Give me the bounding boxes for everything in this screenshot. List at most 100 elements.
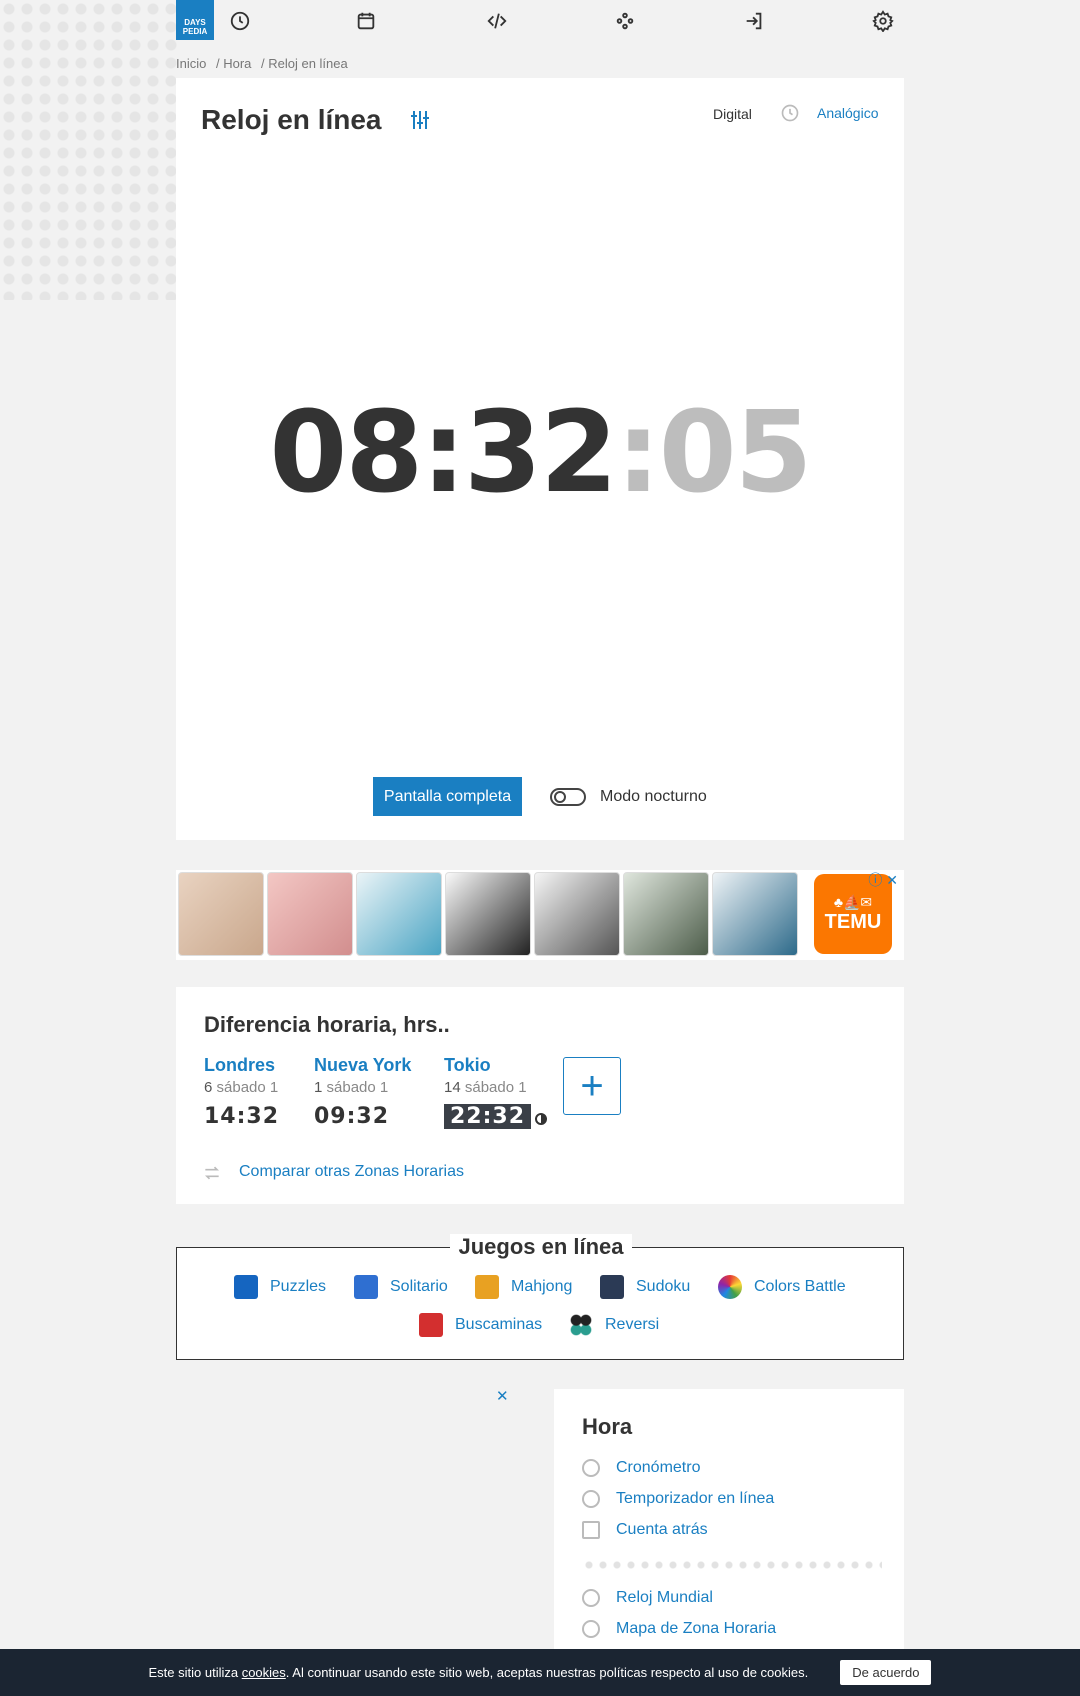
game-label: Colors Battle (754, 1278, 846, 1295)
tz-diff: 14 (444, 1079, 461, 1096)
sidebar-link-stopwatch[interactable]: Cronómetro (582, 1459, 700, 1477)
game-label: Puzzles (270, 1278, 327, 1295)
sudoku-icon (600, 1275, 624, 1299)
breadcrumb-current: / Reloj en línea (261, 56, 348, 71)
sidebar-link-label: Mapa de Zona Horaria (616, 1620, 777, 1637)
game-reversi[interactable]: Reversi (569, 1313, 659, 1337)
cookie-text: Este sitio utiliza cookies. Al continuar… (149, 1665, 809, 1680)
tz-time: 22:32 (444, 1104, 532, 1129)
game-sudoku[interactable]: Sudoku (600, 1275, 690, 1299)
tz-date: 14 sábado 1 (444, 1079, 547, 1096)
calendar-icon[interactable] (355, 10, 377, 32)
game-mahjong[interactable]: Mahjong (475, 1275, 572, 1299)
tz-city[interactable]: Tokio (444, 1055, 547, 1076)
cookie-policy-link[interactable]: cookies (242, 1665, 286, 1680)
minesweeper-icon (419, 1313, 443, 1337)
night-moon-icon (535, 1112, 548, 1125)
code-icon[interactable] (486, 10, 508, 32)
sidebar-link-timer[interactable]: Temporizador en línea (582, 1490, 774, 1508)
tz-diff: 6 (204, 1079, 213, 1096)
top-nav: DAYS PEDIA (176, 0, 904, 42)
tz-london: Londres 6 sábado 1 14:32 (204, 1055, 279, 1129)
game-buscaminas[interactable]: Buscaminas (419, 1313, 542, 1337)
sidebar-link-label: Cronómetro (616, 1459, 701, 1476)
ad-banner[interactable]: ♣⛵✉ TEMU ⓘ ✕ (176, 870, 904, 960)
sidebar-link-countdown[interactable]: Cuenta atrás (582, 1521, 708, 1539)
sidebar-link-world-clock[interactable]: Reloj Mundial (582, 1589, 713, 1607)
mahjong-icon (475, 1275, 499, 1299)
puzzles-icon (234, 1275, 258, 1299)
tz-tokyo: Tokio 14 sábado 1 22:32 (444, 1055, 548, 1129)
sidebar-title: Hora (582, 1414, 633, 1439)
compare-icon (202, 1163, 222, 1183)
tz-time: 14:32 (204, 1104, 280, 1129)
time-difference-card: Diferencia horaria, hrs.. Londres 6 sába… (176, 987, 904, 1204)
fullscreen-button[interactable]: Pantalla completa (373, 777, 522, 816)
game-label: Solitario (390, 1278, 448, 1295)
tz-day: sábado 1 (326, 1079, 389, 1096)
breadcrumb-hora[interactable]: / Hora (216, 56, 251, 71)
ad-product-speaker[interactable] (712, 872, 798, 956)
ad-product-pajamas[interactable] (267, 872, 353, 956)
game-colors-battle[interactable]: Colors Battle (718, 1275, 846, 1299)
ad-close-glyph[interactable]: ✕ (886, 872, 898, 888)
sidebar-link-timezone-map[interactable]: Mapa de Zona Horaria (582, 1620, 776, 1638)
timer-icon (582, 1490, 600, 1508)
time-sidebar: Hora Cronómetro Temporizador en línea Cu… (554, 1389, 904, 1649)
solitaire-icon (354, 1275, 378, 1299)
sidebar-link-label: Cuenta atrás (616, 1521, 708, 1538)
tz-diff: 1 (314, 1079, 323, 1096)
night-mode-label: Modo nocturno (600, 788, 707, 805)
globe-icon (582, 1620, 600, 1638)
page-title: Reloj en línea (201, 104, 382, 135)
reversi-icon (569, 1313, 593, 1337)
view-analog-tab[interactable]: Analógico (817, 105, 879, 121)
cookie-text-after: . Al continuar usando este sitio web, ac… (285, 1665, 809, 1680)
apps-icon[interactable] (614, 10, 636, 32)
cookie-text-before: Este sitio utiliza (148, 1665, 242, 1680)
stopwatch-icon (582, 1459, 600, 1477)
ad-info-icon[interactable]: ⓘ (868, 872, 882, 888)
view-digital-tab[interactable]: Digital (713, 106, 752, 122)
temu-brand-text: TEMU (824, 911, 882, 933)
games-title: Juegos en línea (177, 1234, 905, 1260)
ad-close-icon[interactable]: ⓘ ✕ (868, 870, 898, 890)
online-games-box: Juegos en línea Puzzles Solitario Mahjon… (176, 1234, 904, 1360)
tz-city[interactable]: Nueva York (314, 1055, 411, 1076)
background-dots (0, 0, 180, 300)
clock-time-seconds: :05 (615, 388, 813, 518)
settings-icon[interactable] (872, 10, 894, 33)
sidebar-link-label: Temporizador en línea (616, 1490, 775, 1507)
ad-product-flashlight[interactable] (534, 872, 620, 956)
compare-timezones-link[interactable]: Comparar otras Zonas Horarias (239, 1163, 464, 1181)
ad-product-sneakers[interactable] (445, 872, 531, 956)
ad-product-ring[interactable] (178, 872, 264, 956)
ad-close-icon-2[interactable]: ✕ (496, 1387, 509, 1405)
tz-city[interactable]: Londres (204, 1055, 279, 1076)
game-label: Reversi (605, 1316, 660, 1333)
tz-date: 6 sábado 1 (204, 1079, 279, 1096)
countdown-icon (582, 1521, 600, 1539)
tz-day: sábado 1 (216, 1079, 279, 1096)
cookie-banner: Este sitio utiliza cookies. Al continuar… (0, 1649, 1080, 1696)
site-logo[interactable]: DAYS PEDIA (176, 0, 214, 40)
sidebar-link-label: Reloj Mundial (616, 1589, 713, 1606)
game-puzzles[interactable]: Puzzles (234, 1275, 326, 1299)
add-timezone-button[interactable]: + (563, 1057, 621, 1115)
clock-icon[interactable] (229, 10, 251, 32)
game-solitario[interactable]: Solitario (354, 1275, 448, 1299)
analog-clock-icon (780, 103, 800, 123)
clock-time-main: 08:32 (269, 388, 618, 518)
cookie-accept-button[interactable]: De acuerdo (840, 1660, 932, 1685)
tz-date: 1 sábado 1 (314, 1079, 411, 1096)
ad-product-smartwatch[interactable] (623, 872, 709, 956)
time-difference-title: Diferencia horaria, hrs.. (204, 1012, 450, 1037)
login-icon[interactable] (743, 10, 765, 32)
games-title-text: Juegos en línea (450, 1234, 632, 1259)
world-clock-icon (582, 1589, 600, 1607)
breadcrumb-home[interactable]: Inicio (176, 56, 206, 71)
clock-settings-icon[interactable] (408, 108, 432, 132)
night-mode-toggle[interactable] (550, 788, 586, 806)
tz-day: sábado 1 (464, 1079, 527, 1096)
ad-product-lab-jack[interactable] (356, 872, 442, 956)
